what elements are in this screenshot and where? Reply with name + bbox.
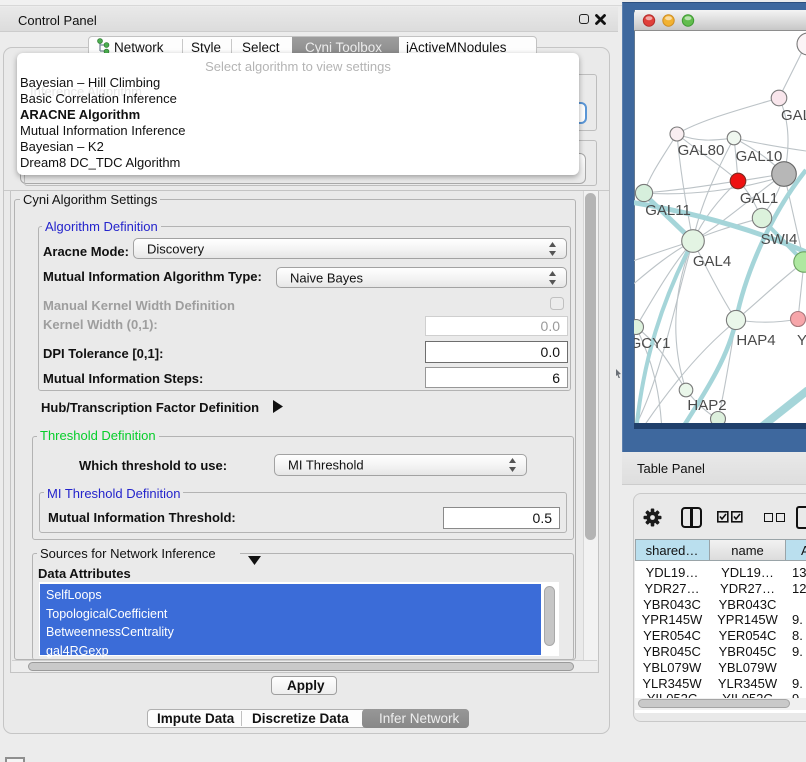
svg-text:GCY1: GCY1 [634, 335, 670, 352]
svg-text:GAL1: GAL1 [740, 190, 778, 207]
svg-text:GAL4: GAL4 [693, 253, 731, 270]
svg-text:GAL7: GAL7 [781, 107, 806, 124]
svg-text:SWI4: SWI4 [761, 231, 798, 248]
svg-text:GAL11: GAL11 [645, 202, 691, 219]
svg-text:GAL10: GAL10 [736, 148, 783, 165]
svg-text:HAP4: HAP4 [736, 332, 775, 349]
svg-text:HAP2: HAP2 [687, 397, 726, 414]
svg-text:GAL80: GAL80 [678, 142, 725, 159]
svg-text:Y: Y [797, 332, 806, 349]
